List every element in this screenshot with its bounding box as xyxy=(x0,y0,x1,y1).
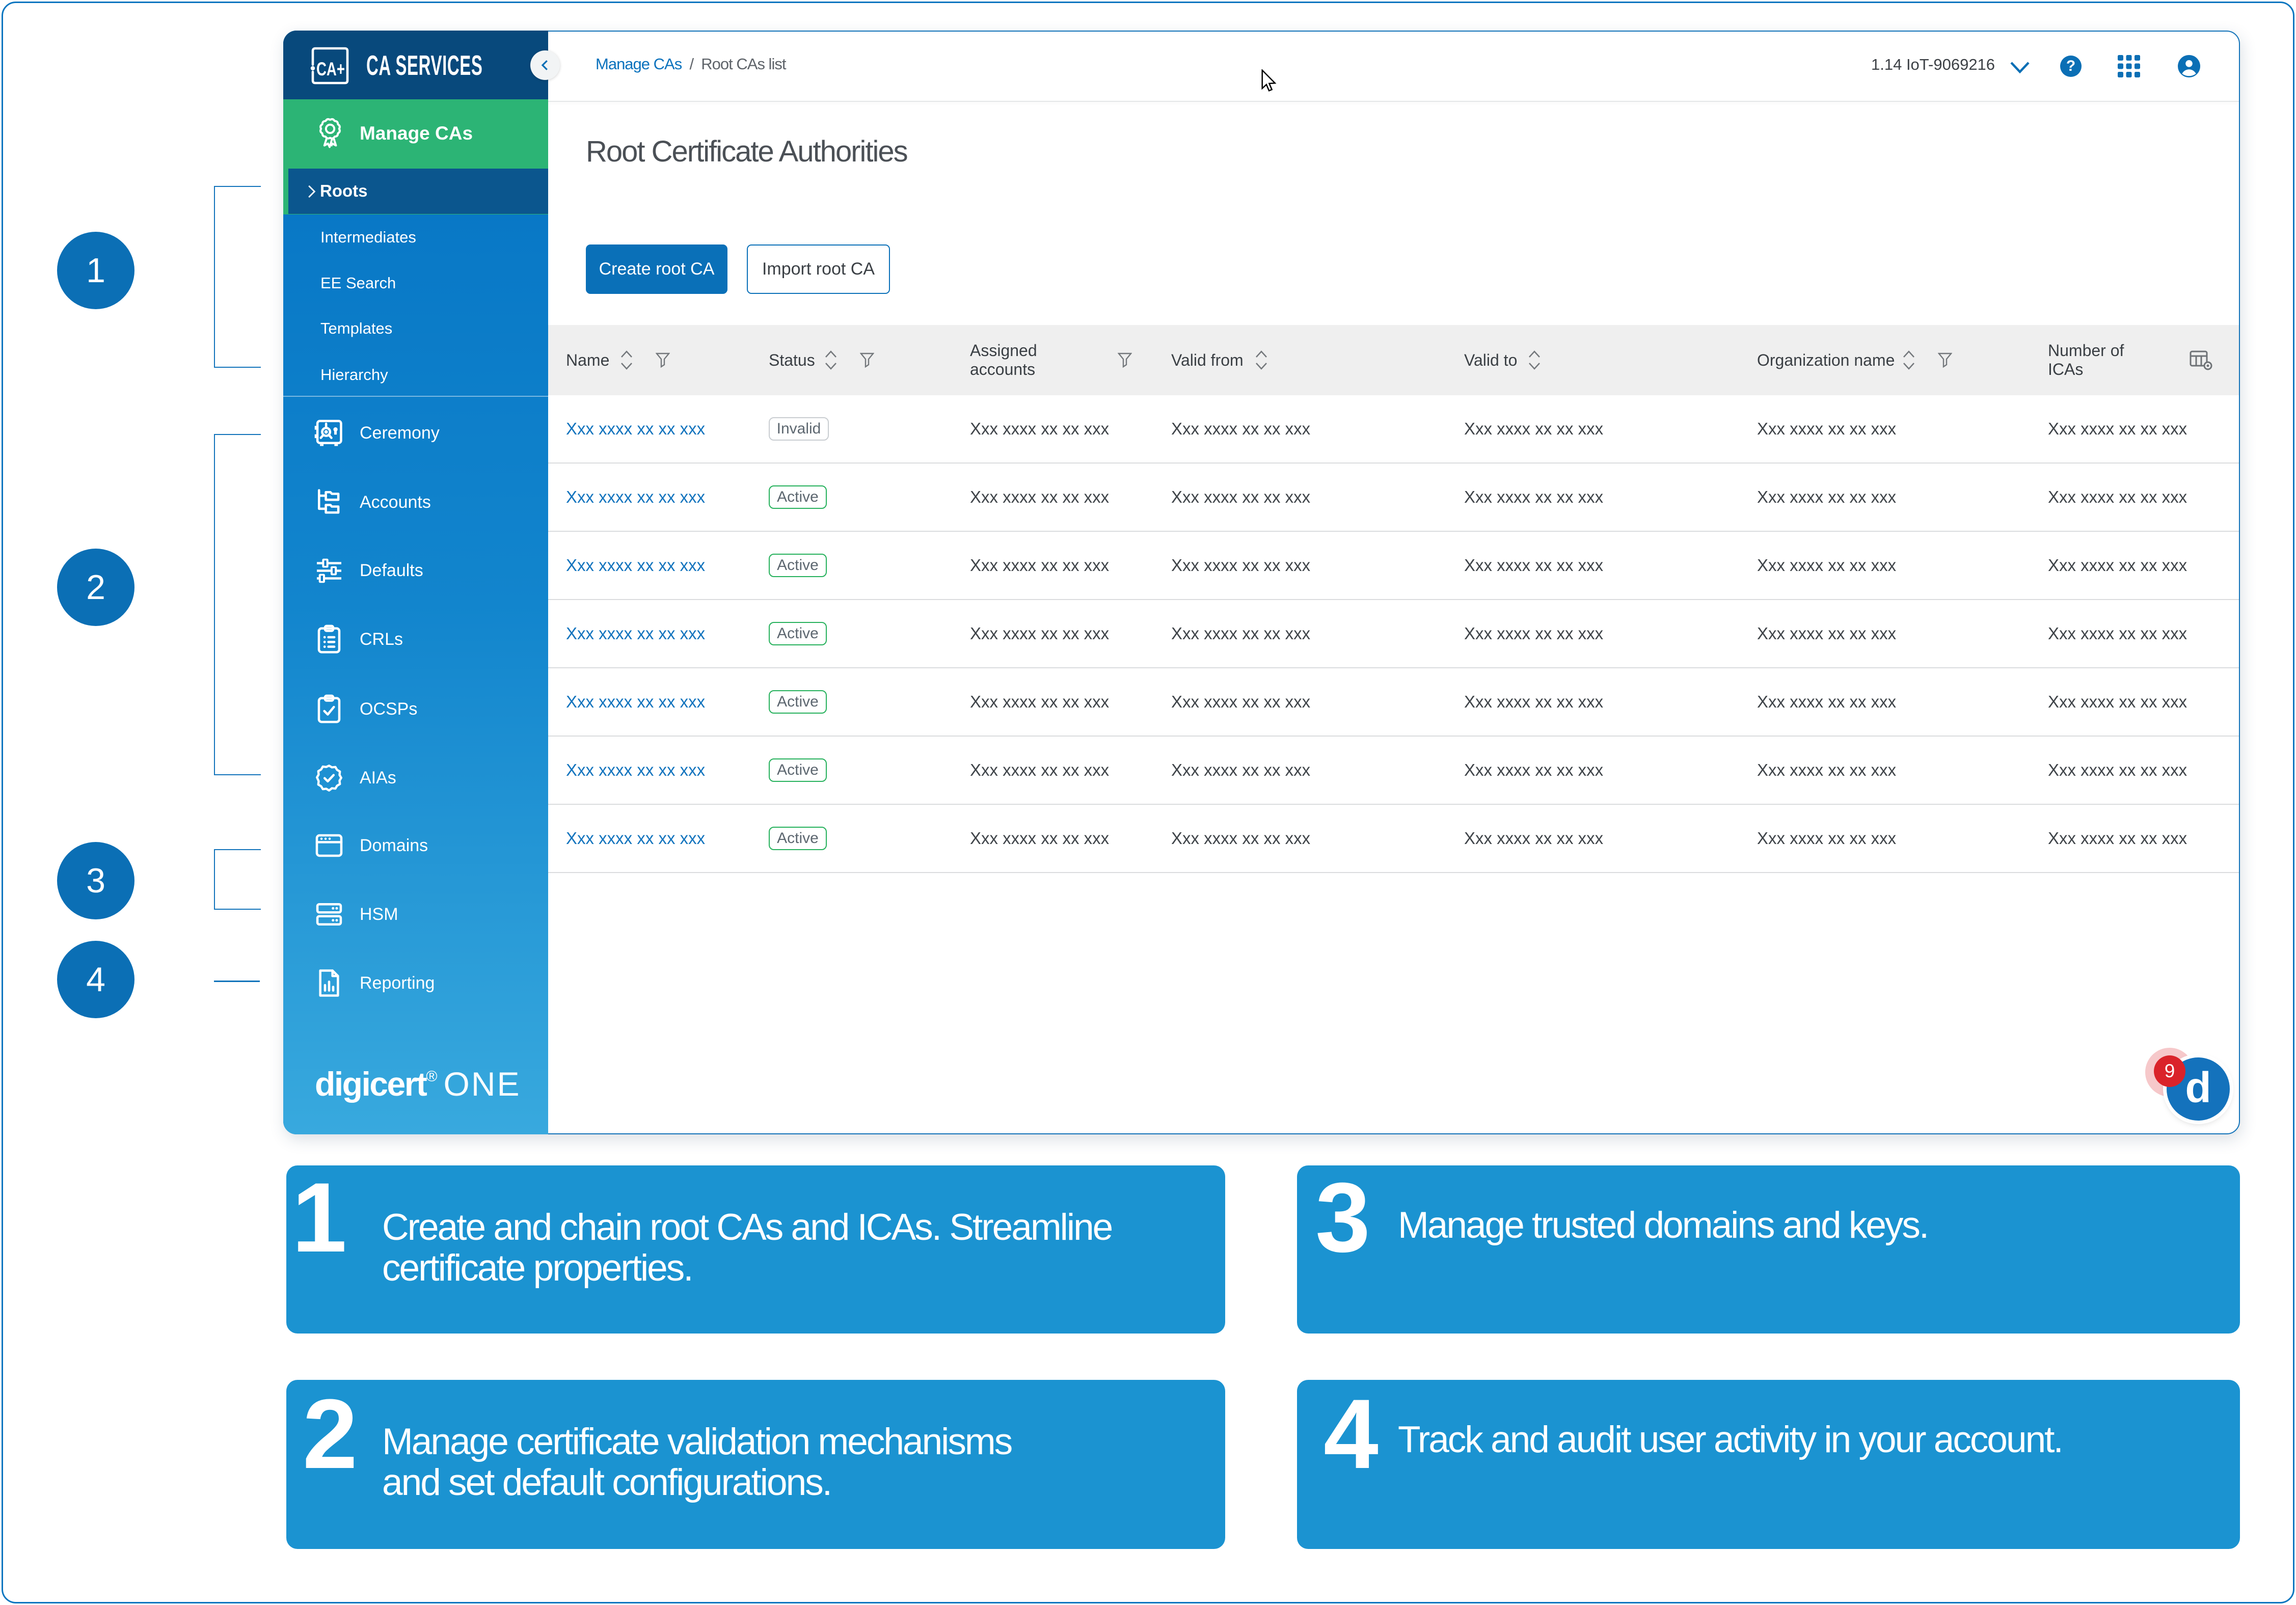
svg-text:CA+: CA+ xyxy=(316,59,345,79)
